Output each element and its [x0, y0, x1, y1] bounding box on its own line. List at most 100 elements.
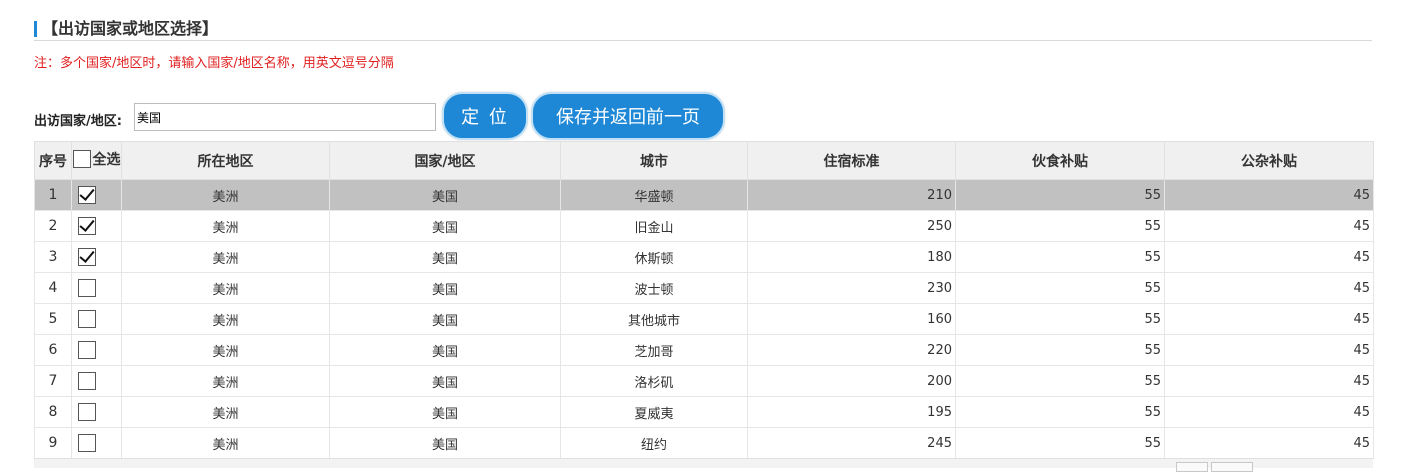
- row-misc: 45: [1164, 179, 1374, 211]
- row-index: 3: [34, 241, 72, 273]
- country-input-label: 出访国家/地区:: [34, 114, 122, 129]
- row-lodging: 160: [747, 303, 956, 335]
- row-region: 美洲: [121, 427, 330, 459]
- col-header-misc: 公杂补贴: [1164, 141, 1374, 180]
- row-checkbox-cell[interactable]: [71, 334, 122, 366]
- row-checkbox-cell[interactable]: [71, 303, 122, 335]
- row-city: 波士顿: [560, 272, 748, 304]
- col-header-region: 所在地区: [121, 141, 330, 180]
- row-lodging: 180: [747, 241, 956, 273]
- checkbox-unchecked-icon[interactable]: [78, 434, 96, 452]
- table-row[interactable]: 6 美洲 美国 芝加哥 220 55 45: [34, 334, 1374, 366]
- row-meal: 55: [955, 241, 1165, 273]
- row-city: 其他城市: [560, 303, 748, 335]
- row-misc: 45: [1164, 334, 1374, 366]
- row-city: 洛杉矶: [560, 365, 748, 397]
- row-index: 5: [34, 303, 72, 335]
- row-lodging: 195: [747, 396, 956, 428]
- row-lodging: 245: [747, 427, 956, 459]
- row-meal: 55: [955, 179, 1165, 211]
- table-row[interactable]: 7 美洲 美国 洛杉矶 200 55 45: [34, 365, 1374, 397]
- row-country: 美国: [329, 365, 561, 397]
- checkbox-unchecked-icon[interactable]: [78, 372, 96, 390]
- country-input[interactable]: [134, 103, 436, 131]
- row-checkbox-cell[interactable]: [71, 210, 122, 242]
- col-header-city: 城市: [560, 141, 748, 180]
- row-misc: 45: [1164, 210, 1374, 242]
- row-index: 4: [34, 272, 72, 304]
- checkbox-unchecked-icon[interactable]: [78, 341, 96, 359]
- row-checkbox-cell[interactable]: [71, 427, 122, 459]
- row-region: 美洲: [121, 396, 330, 428]
- row-misc: 45: [1164, 427, 1374, 459]
- row-meal: 55: [955, 396, 1165, 428]
- row-lodging: 220: [747, 334, 956, 366]
- select-all-label: 全选: [92, 152, 121, 168]
- row-region: 美洲: [121, 179, 330, 211]
- row-index: 2: [34, 210, 72, 242]
- row-city: 夏威夷: [560, 396, 748, 428]
- checkbox-unchecked-icon[interactable]: [78, 310, 96, 328]
- row-lodging: 230: [747, 272, 956, 304]
- table-row[interactable]: 5 美洲 美国 其他城市 160 55 45: [34, 303, 1374, 335]
- locate-button[interactable]: 定 位: [442, 92, 528, 140]
- checkbox-unchecked-icon[interactable]: [78, 279, 96, 297]
- row-country: 美国: [329, 303, 561, 335]
- row-region: 美洲: [121, 210, 330, 242]
- checkbox-unchecked-icon[interactable]: [78, 403, 96, 421]
- section-header: 【出访国家或地区选择】: [34, 18, 1372, 41]
- row-lodging: 210: [747, 179, 956, 211]
- row-index: 6: [34, 334, 72, 366]
- row-index: 7: [34, 365, 72, 397]
- pager-next-button[interactable]: [1211, 462, 1253, 472]
- table-row[interactable]: 2 美洲 美国 旧金山 250 55 45: [34, 210, 1374, 242]
- row-misc: 45: [1164, 272, 1374, 304]
- row-index: 1: [34, 179, 72, 211]
- row-region: 美洲: [121, 272, 330, 304]
- table-row[interactable]: 3 美洲 美国 休斯顿 180 55 45: [34, 241, 1374, 273]
- row-meal: 55: [955, 334, 1165, 366]
- row-region: 美洲: [121, 241, 330, 273]
- row-meal: 55: [955, 272, 1165, 304]
- row-meal: 55: [955, 365, 1165, 397]
- pager-prev-button[interactable]: [1176, 462, 1208, 472]
- row-meal: 55: [955, 303, 1165, 335]
- row-index: 8: [34, 396, 72, 428]
- row-country: 美国: [329, 241, 561, 273]
- col-header-lodging: 住宿标准: [747, 141, 956, 180]
- row-misc: 45: [1164, 241, 1374, 273]
- col-header-select-all[interactable]: 全选: [71, 141, 122, 180]
- row-lodging: 200: [747, 365, 956, 397]
- row-index: 9: [34, 427, 72, 459]
- city-allowance-table: 序号 全选 所在地区 国家/地区 城市 住宿标准 伙食补贴 公杂补贴 1 美洲 美国…: [34, 141, 1374, 459]
- table-row[interactable]: 1 美洲 美国 华盛顿 210 55 45: [34, 179, 1374, 211]
- row-city: 纽约: [560, 427, 748, 459]
- checkbox-checked-icon[interactable]: [78, 186, 96, 204]
- col-header-country: 国家/地区: [329, 141, 561, 180]
- table-row[interactable]: 9 美洲 美国 纽约 245 55 45: [34, 427, 1374, 459]
- input-hint-note: 注：多个国家/地区时，请输入国家/地区名称，用英文逗号分隔: [34, 56, 394, 71]
- row-checkbox-cell[interactable]: [71, 272, 122, 304]
- checkbox-checked-icon[interactable]: [78, 217, 96, 235]
- row-country: 美国: [329, 396, 561, 428]
- table-row[interactable]: 8 美洲 美国 夏威夷 195 55 45: [34, 396, 1374, 428]
- row-country: 美国: [329, 179, 561, 211]
- select-all-checkbox-icon[interactable]: [72, 150, 91, 168]
- row-meal: 55: [955, 427, 1165, 459]
- col-header-meal: 伙食补贴: [955, 141, 1165, 180]
- row-meal: 55: [955, 210, 1165, 242]
- checkbox-checked-icon[interactable]: [78, 248, 96, 266]
- row-checkbox-cell[interactable]: [71, 179, 122, 211]
- save-and-back-button[interactable]: 保存并返回前一页: [531, 92, 725, 140]
- table-row[interactable]: 4 美洲 美国 波士顿 230 55 45: [34, 272, 1374, 304]
- row-city: 休斯顿: [560, 241, 748, 273]
- row-country: 美国: [329, 334, 561, 366]
- row-city: 华盛顿: [560, 179, 748, 211]
- row-checkbox-cell[interactable]: [71, 241, 122, 273]
- row-country: 美国: [329, 210, 561, 242]
- row-city: 芝加哥: [560, 334, 748, 366]
- section-accent-bar: [34, 21, 37, 37]
- row-checkbox-cell[interactable]: [71, 365, 122, 397]
- row-checkbox-cell[interactable]: [71, 396, 122, 428]
- row-country: 美国: [329, 272, 561, 304]
